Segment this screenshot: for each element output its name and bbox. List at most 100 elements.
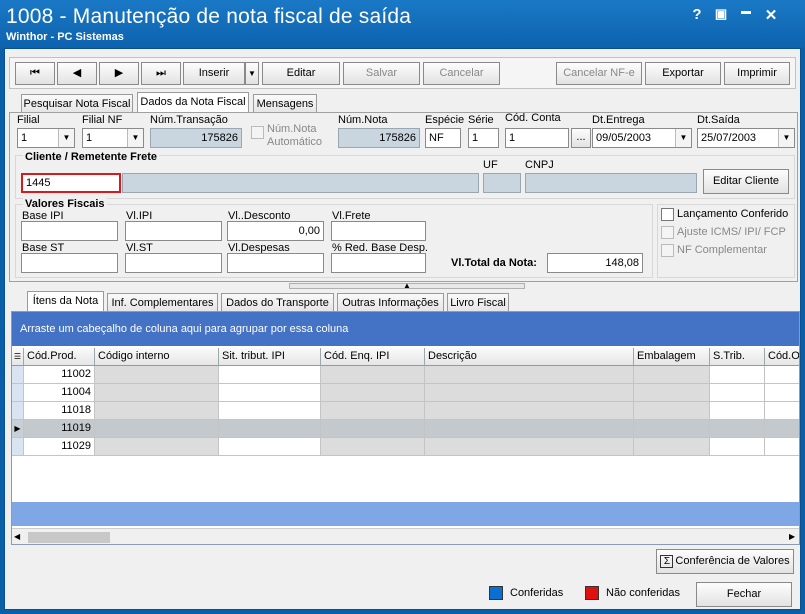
- fechar-button[interactable]: Fechar: [696, 582, 792, 607]
- col-cod-prod[interactable]: Cód.Prod.: [24, 348, 95, 366]
- table-row[interactable]: 11018: [12, 402, 799, 420]
- cod-prod-cell[interactable]: 11029: [24, 438, 95, 456]
- grid-cell[interactable]: [321, 384, 425, 402]
- cancelar-button[interactable]: Cancelar: [423, 62, 500, 85]
- grid-cell[interactable]: [425, 438, 634, 456]
- first-record-button[interactable]: ⏮: [15, 62, 55, 85]
- grid-cell[interactable]: [710, 402, 765, 420]
- inserir-button[interactable]: Inserir: [183, 62, 245, 85]
- imprimir-button[interactable]: Imprimir: [724, 62, 790, 85]
- cod-prod-cell[interactable]: 11004: [24, 384, 95, 402]
- inserir-dropdown-button[interactable]: ▼: [245, 62, 259, 85]
- vl-ipi-field[interactable]: [125, 221, 222, 241]
- base-st-field[interactable]: [21, 253, 118, 273]
- grid-cell[interactable]: [634, 438, 710, 456]
- col-cod-enq-ipi[interactable]: Cód. Enq. IPI: [321, 348, 425, 366]
- cod-conta-lookup-button[interactable]: ...: [571, 128, 591, 148]
- grid-cell[interactable]: [95, 438, 219, 456]
- grid-cell[interactable]: [321, 438, 425, 456]
- table-row[interactable]: 11004: [12, 384, 799, 402]
- grid-cell[interactable]: [634, 402, 710, 420]
- vl-desconto-field[interactable]: 0,00: [227, 221, 324, 241]
- base-ipi-field[interactable]: [21, 221, 118, 241]
- col-s-trib[interactable]: S.Trib.: [710, 348, 765, 366]
- grid-cell[interactable]: [219, 438, 321, 456]
- col-codigo-interno[interactable]: Código interno: [95, 348, 219, 366]
- grid-cell[interactable]: [425, 420, 634, 438]
- grid-cell[interactable]: [95, 420, 219, 438]
- grid-cell[interactable]: [219, 366, 321, 384]
- table-row[interactable]: 11029: [12, 438, 799, 456]
- tab-livro-fiscal[interactable]: Livro Fiscal: [447, 293, 509, 312]
- scroll-thumb[interactable]: [28, 532, 110, 543]
- close-icon[interactable]: ✕: [760, 6, 782, 26]
- grid-cell[interactable]: [634, 366, 710, 384]
- red-base-field[interactable]: [331, 253, 426, 273]
- tab-outras-informacoes[interactable]: Outras Informações: [337, 293, 444, 312]
- vl-st-field[interactable]: [125, 253, 222, 273]
- num-nota-field[interactable]: 175826: [338, 128, 420, 148]
- tab-mensagens[interactable]: Mensagens: [253, 94, 317, 113]
- grid-cell[interactable]: [219, 384, 321, 402]
- tab-dados-nota[interactable]: Dados da Nota Fiscal: [137, 92, 249, 113]
- vl-frete-field[interactable]: [331, 221, 426, 241]
- row-selector[interactable]: [12, 366, 24, 384]
- filial-nf-select[interactable]: 1 ▼: [82, 128, 144, 148]
- exportar-button[interactable]: Exportar: [645, 62, 721, 85]
- grid-cell[interactable]: [765, 402, 799, 420]
- tab-dados-transporte[interactable]: Dados do Transporte: [221, 293, 334, 312]
- row-selector[interactable]: [12, 402, 24, 420]
- col-descricao[interactable]: Descrição: [425, 348, 634, 366]
- grid-cell[interactable]: [425, 384, 634, 402]
- col-cod-o[interactable]: Cód.O: [765, 348, 799, 366]
- ajuste-icms-checkbox[interactable]: [661, 226, 674, 239]
- tab-itens-nota[interactable]: Ítens da Nota: [27, 291, 104, 312]
- next-record-button[interactable]: ▶: [99, 62, 139, 85]
- editar-cliente-button[interactable]: Editar Cliente: [703, 169, 789, 194]
- grid-cell[interactable]: [219, 402, 321, 420]
- cancelar-nfe-button[interactable]: Cancelar NF-e: [556, 62, 642, 85]
- grid-cell[interactable]: [219, 420, 321, 438]
- scroll-right-icon[interactable]: ▶: [789, 532, 795, 541]
- col-sit-trib-ipi[interactable]: Sit. tribut. IPI: [219, 348, 321, 366]
- cod-prod-cell[interactable]: 11019: [24, 420, 95, 438]
- current-row-indicator-icon[interactable]: ▶: [12, 420, 24, 438]
- cliente-code-field[interactable]: 1445: [21, 173, 121, 193]
- editar-button[interactable]: Editar: [262, 62, 340, 85]
- row-selector[interactable]: [12, 438, 24, 456]
- restore-icon[interactable]: ▣: [710, 6, 732, 26]
- grid-cell[interactable]: [95, 384, 219, 402]
- especie-field[interactable]: NF: [425, 128, 461, 148]
- grid-cell[interactable]: [321, 402, 425, 420]
- num-transacao-field[interactable]: 175826: [150, 128, 242, 148]
- table-row[interactable]: ▶ 11019: [12, 420, 799, 438]
- dt-entrega-field[interactable]: 09/05/2003 ▼: [592, 128, 692, 148]
- minimize-icon[interactable]: ▬: [735, 6, 757, 26]
- horizontal-scrollbar[interactable]: ◀ ▶: [12, 528, 799, 544]
- tab-inf-complementares[interactable]: Inf. Complementares: [107, 293, 218, 312]
- grid-cell[interactable]: [634, 420, 710, 438]
- prev-record-button[interactable]: ◀: [57, 62, 97, 85]
- grid-cell[interactable]: [710, 366, 765, 384]
- lancamento-conferido-checkbox[interactable]: [661, 208, 674, 221]
- cod-conta-field[interactable]: 1: [505, 128, 569, 148]
- scroll-left-icon[interactable]: ◀: [14, 532, 20, 541]
- grid-cell[interactable]: [765, 384, 799, 402]
- grid-cell[interactable]: [710, 438, 765, 456]
- uf-field[interactable]: [483, 173, 521, 193]
- grid-cell[interactable]: [425, 366, 634, 384]
- grid-cell[interactable]: [95, 402, 219, 420]
- grid-cell[interactable]: [765, 438, 799, 456]
- table-row[interactable]: 11002: [12, 366, 799, 384]
- cod-prod-cell[interactable]: 11018: [24, 402, 95, 420]
- grid-cell[interactable]: [710, 420, 765, 438]
- cod-prod-cell[interactable]: 11002: [24, 366, 95, 384]
- dt-saida-field[interactable]: 25/07/2003 ▼: [697, 128, 795, 148]
- grid-cell[interactable]: [765, 420, 799, 438]
- salvar-button[interactable]: Salvar: [343, 62, 420, 85]
- grid-cell[interactable]: [634, 384, 710, 402]
- grid-cell[interactable]: [765, 366, 799, 384]
- grid-cell[interactable]: [321, 366, 425, 384]
- num-nota-automatico-checkbox[interactable]: [251, 126, 264, 139]
- grid-cell[interactable]: [710, 384, 765, 402]
